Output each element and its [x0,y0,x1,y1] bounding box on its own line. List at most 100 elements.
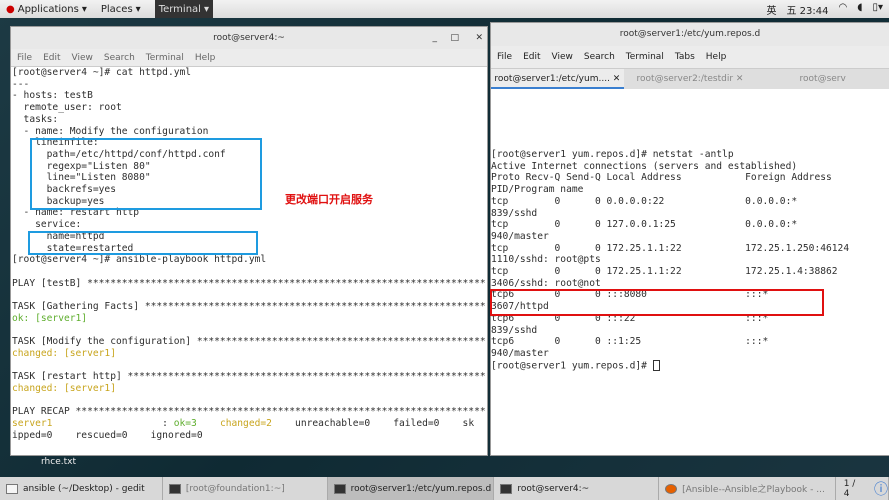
menu-tabs[interactable]: Tabs [675,52,695,62]
line-segment: - hosts: testB [12,90,93,102]
terminal-line: [root@server4 ~]# ansible-playbook httpd… [12,254,266,266]
line-segment: PLAY [testB] ***************************… [12,277,486,289]
terminal-line: changed: [server1] [12,348,116,360]
taskbar-item-3[interactable]: root@server4:~ [494,477,660,500]
line-segment: unreachable=0 failed=0 sk [271,418,475,429]
menu-search[interactable]: Search [584,52,615,62]
tab-bar: root@server1:/etc/yum.... ✕ root@server2:… [491,69,889,89]
terminal-line: PLAY RECAP *****************************… [12,406,486,418]
terminal-line: 940/master [491,348,549,360]
terminal-line: tcp 0 0 172.25.1.1:22 172.25.1.250:46124 [491,243,849,255]
terminal-line: tcp 0 0 0.0.0.0:22 0.0.0.0:* [491,196,797,208]
menu-terminal[interactable]: Terminal [626,52,664,62]
desktop-file-rhce[interactable]: rhce.txt [41,457,76,467]
menu-edit[interactable]: Edit [523,52,540,62]
maximize-button[interactable]: □ [450,27,459,49]
line-segment: [root@server4 ~]# cat httpd.yml [12,67,192,78]
places-menu[interactable]: Places ▾ [101,4,141,15]
tab-label: root@serv [799,74,846,84]
workspace-label: 1 / 4 [843,478,856,499]
clock[interactable]: 五 23:44 [786,2,828,17]
minimize-button[interactable]: _ [433,27,438,49]
terminal-line: PID/Program name [491,184,583,196]
wifi-icon[interactable]: ◠ [838,2,847,17]
line-text: 940/master [491,347,549,359]
terminal-line: tasks: [12,113,59,126]
taskbar-label: root@server4:~ [517,483,590,494]
line-segment: tasks: [12,113,59,125]
tab-label: root@server2:/testdir [636,74,734,84]
tab-1[interactable]: root@server2:/testdir ✕ [624,69,757,89]
taskbar-item-2[interactable]: root@server1:/etc/yum.repos.d [327,477,495,500]
line-segment: remote_user: root [12,102,122,114]
terminal-line: - name: Modify the configuration [12,126,209,138]
taskbar-label: root@server1:/etc/yum.repos.d [350,483,492,494]
tab-label: root@server1:/etc/yum.... [494,74,610,84]
annotation-text: 更改端口开启服务 [285,193,373,206]
menu-file[interactable]: File [17,53,32,63]
line-segment: service: [12,219,82,231]
taskbar-item-4[interactable]: [Ansible--Ansible之Playbook - ... [659,477,836,500]
tab-0[interactable]: root@server1:/etc/yum.... ✕ [491,69,624,89]
line-segment: ok: [server1] [12,312,88,324]
terminal-line: service: [12,219,81,231]
terminal-line: 1110/sshd: root@pts [491,254,601,266]
tab-2[interactable]: root@serv [756,69,889,89]
close-button[interactable]: ✕ [475,27,483,49]
taskbar-label: [Ansible--Ansible之Playbook - ... [682,485,825,495]
terminal-line: tcp6 0 0 ::1:25 :::* [491,336,768,348]
line-segment: TASK [Gathering Facts] *****************… [12,301,486,312]
window-title: root@server4:~ _ □ ✕ [11,27,487,49]
gedit-icon [6,483,18,494]
terminal-line: TASK [Gathering Facts] *****************… [12,301,486,313]
terminal-menu[interactable]: Terminal ▾ [154,0,213,18]
port-8080-highlight [490,289,824,316]
terminal-line: 940/master [491,231,549,243]
line-text: PID/Program name [491,184,584,196]
menu-view[interactable]: View [552,52,573,62]
terminal-line: ipped=0 rescued=0 ignored=0 [12,430,203,442]
terminal-line: [root@server4 ~]# cat httpd.yml [12,67,191,79]
line-text: 1110/sshd: root@pts [491,254,601,266]
line-text: tcp 0 0 127.0.0.1:25 0.0.0.0:* [491,219,798,231]
left-terminal-output[interactable]: [root@server4 ~]# cat httpd.yml --- - host… [12,67,486,455]
menu-file[interactable]: File [497,52,512,62]
workspace-indicator[interactable]: 1 / 4 ⓘ [836,477,889,500]
menu-help[interactable]: Help [195,53,216,63]
input-method[interactable]: 英 [766,2,776,17]
help-icon[interactable]: ⓘ [874,479,888,499]
terminal-line: PLAY [testB] ***************************… [12,278,486,290]
menu-terminal[interactable]: Terminal [146,53,184,63]
terminal-line: [root@server1 yum.repos.d]# [491,359,660,372]
taskbar-item-1[interactable]: [root@foundation1:~] [163,477,328,500]
line-segment: TASK [Modify the configuration] ********… [12,336,486,348]
line-text: 839/sshd [491,324,538,336]
applications-menu[interactable]: ● Applications ▾ [6,4,87,15]
terminal-line: remote_user: root [12,102,122,114]
battery-icon[interactable]: ▯▾ [872,2,883,17]
cursor [652,359,660,371]
close-tab-icon[interactable]: ✕ [610,74,621,84]
terminal-line: --- [12,79,29,91]
taskbar-item-0[interactable]: ansible (~/Desktop) - gedit [0,477,163,500]
terminal-line: Proto Recv-Q Send-Q Local Address Foreig… [491,172,832,184]
volume-icon[interactable]: ◖ [857,2,862,17]
taskbar-label: [root@foundation1:~] [185,483,285,494]
line-segment: ok=3 [173,418,197,429]
menu-edit[interactable]: Edit [43,53,60,63]
taskbar-label: ansible (~/Desktop) - gedit [23,483,145,494]
line-text: [root@server1 yum.repos.d]# netstat -ant… [491,149,734,160]
menu-help[interactable]: Help [706,52,727,62]
terminal-line: 3406/sshd: root@not [491,278,601,290]
line-segment [197,418,220,429]
line-segment: changed: [server1] [12,382,116,394]
line-text: 3406/sshd: root@not [491,277,601,289]
menu-view[interactable]: View [72,53,93,63]
line-text: tcp 0 0 0.0.0.0:22 0.0.0.0:* [491,195,798,207]
window-title: root@server1:/etc/yum.repos.d [491,23,889,46]
menu-bar: File Edit View Search Terminal Help [11,49,487,67]
terminal-line: ok: [server1] [12,313,87,325]
menu-search[interactable]: Search [104,53,135,63]
redhat-icon: ● [6,3,15,15]
close-tab-icon[interactable]: ✕ [733,74,744,84]
